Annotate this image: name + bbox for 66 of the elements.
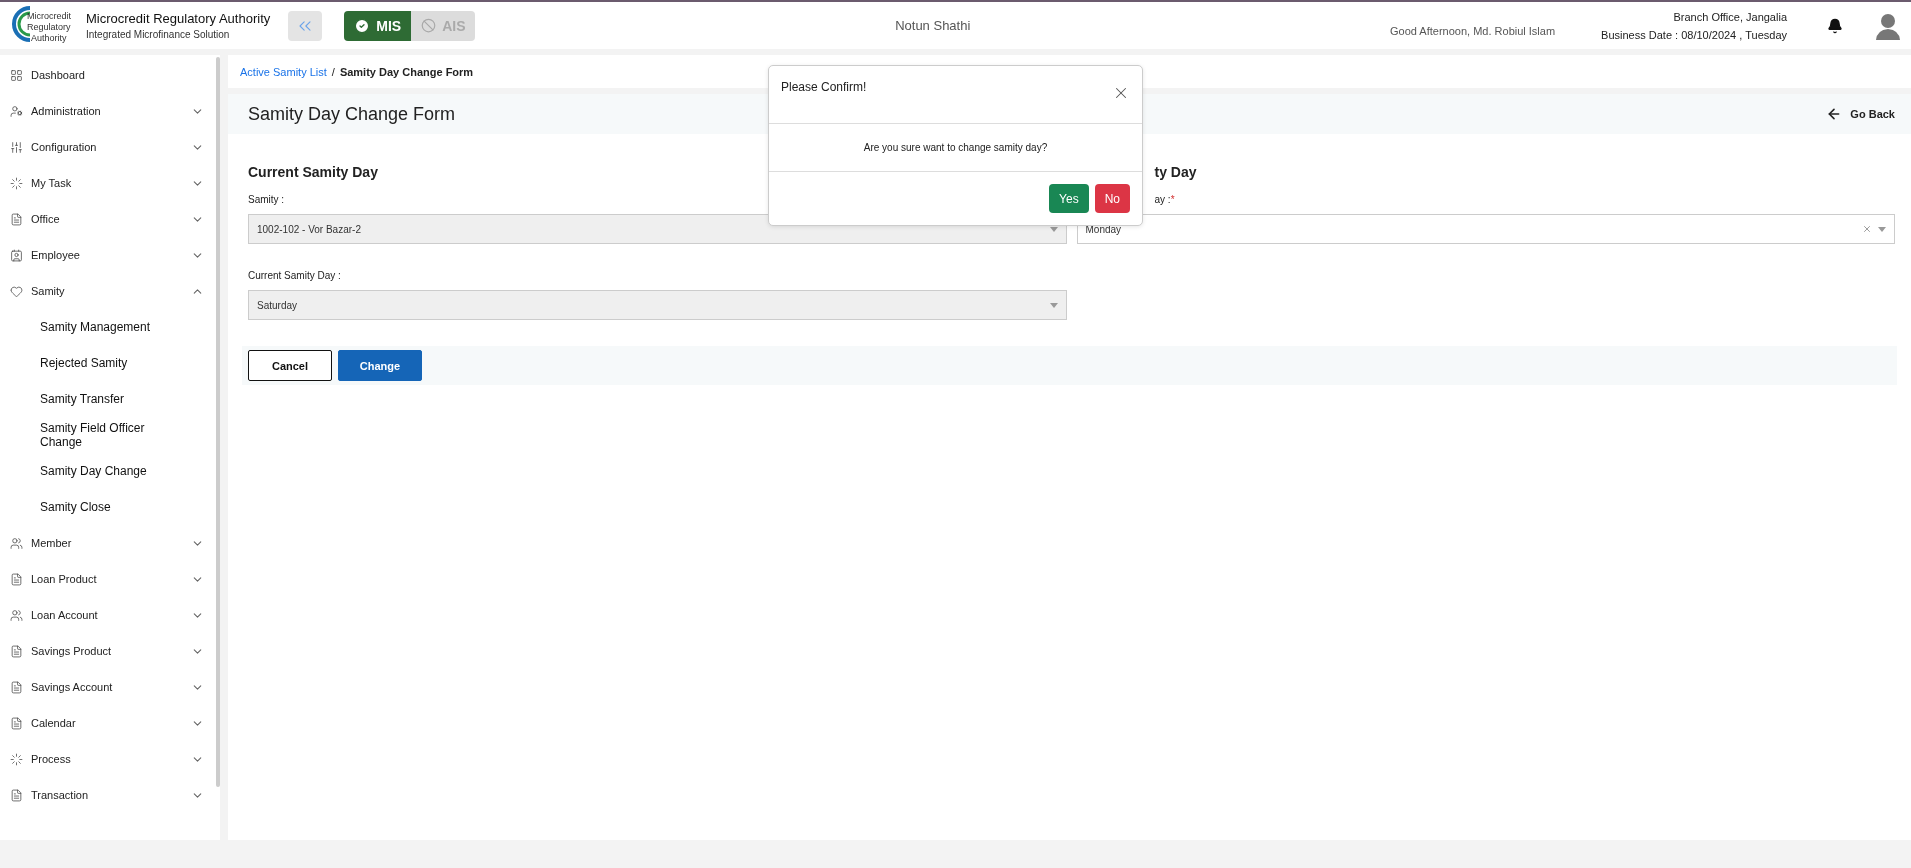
- yes-button[interactable]: Yes: [1049, 184, 1089, 213]
- loader-icon: [10, 176, 23, 190]
- select-field[interactable]: Monday: [1076, 214, 1895, 244]
- document-icon: [10, 572, 23, 586]
- users-icon: [10, 608, 23, 622]
- field-label: Current Samity Day :: [248, 270, 342, 281]
- sidebar-item[interactable]: Dashboard: [0, 57, 216, 93]
- loader-icon: [10, 752, 23, 766]
- sidebar-item[interactable]: Samity: [0, 273, 216, 309]
- sidebar-subitem[interactable]: Rejected Samity: [0, 345, 216, 381]
- user-avatar-icon[interactable]: [1875, 11, 1901, 40]
- document-icon: [10, 788, 23, 802]
- document-icon: [10, 716, 23, 730]
- no-button[interactable]: No: [1094, 184, 1130, 213]
- go-back-link[interactable]: Go Back: [1826, 106, 1895, 122]
- sidebar-item[interactable]: Transaction: [0, 777, 216, 813]
- dialog-message: Are you sure want to change samity day?: [863, 142, 1048, 153]
- change-button[interactable]: Change: [338, 350, 422, 381]
- sidebar-item[interactable]: Loan Account: [0, 597, 216, 633]
- heart-icon: [10, 284, 23, 298]
- document-icon: [10, 680, 23, 694]
- sidebar-item[interactable]: Loan Product: [0, 561, 216, 597]
- caret-icon: [1878, 226, 1886, 232]
- document-icon: [10, 212, 23, 226]
- sidebar-subitem[interactable]: Samity Field Officer Change: [0, 417, 216, 453]
- dialog-title: Please Confirm!: [781, 80, 867, 94]
- caret-icon: [1049, 302, 1058, 308]
- sidebar-item[interactable]: Office: [0, 201, 216, 237]
- business-date: Business Date : 08/10/2024 , Tuesday: [1601, 28, 1787, 41]
- organization-subtitle: Integrated Microfinance Solution: [86, 29, 231, 40]
- sidebar-item[interactable]: Process: [0, 741, 216, 777]
- module-tab[interactable]: MIS: [344, 10, 412, 41]
- sidebar-subitem[interactable]: Samity Transfer: [0, 381, 216, 417]
- sidebar-item[interactable]: Configuration: [0, 129, 216, 165]
- section-heading: Current Samity Day: [248, 164, 379, 180]
- branch-name: Branch Office, Jangalia: [1673, 10, 1787, 23]
- sidebar-subitem[interactable]: Samity Close: [0, 489, 216, 525]
- cancel-button[interactable]: Cancel: [248, 350, 332, 381]
- sliders-icon: [10, 140, 23, 154]
- app-name: Notun Shathi: [895, 18, 971, 33]
- sidebar-item[interactable]: My Task: [0, 165, 216, 201]
- sidebar-subitem[interactable]: Samity Management: [0, 309, 216, 345]
- breadcrumb-link[interactable]: Active Samity List: [240, 65, 327, 78]
- grid-icon: [10, 68, 23, 82]
- sidebar-item[interactable]: Savings Product: [0, 633, 216, 669]
- page-title: Samity Day Change Form: [248, 103, 456, 125]
- sidebar-item[interactable]: Savings Account: [0, 669, 216, 705]
- greeting: Good Afternoon, Md. Robiul Islam: [1390, 25, 1556, 37]
- field-label: ay :*: [1154, 194, 1176, 205]
- contact-card-icon: [10, 248, 23, 262]
- sidebar-subitem[interactable]: Samity Day Change: [0, 453, 216, 489]
- user-gear-icon: [10, 104, 23, 118]
- sidebar-item[interactable]: Calendar: [0, 705, 216, 741]
- users-icon: [10, 536, 23, 550]
- sidebar-item[interactable]: Member: [0, 525, 216, 561]
- section-heading: ty Day: [1154, 164, 1198, 180]
- check-circle-icon: [354, 17, 371, 34]
- breadcrumb-current: Samity Day Change Form: [339, 65, 474, 78]
- clear-icon[interactable]: [1862, 224, 1872, 234]
- notification-bell-icon[interactable]: [1827, 17, 1843, 34]
- organization-name: Microcredit Regulatory Authority: [86, 11, 271, 26]
- breadcrumb-separator: /: [331, 65, 335, 78]
- ban-icon: [421, 18, 437, 33]
- sidebar-item[interactable]: Employee: [0, 237, 216, 273]
- document-icon: [10, 644, 23, 658]
- sidebar-item[interactable]: Administration: [0, 93, 216, 129]
